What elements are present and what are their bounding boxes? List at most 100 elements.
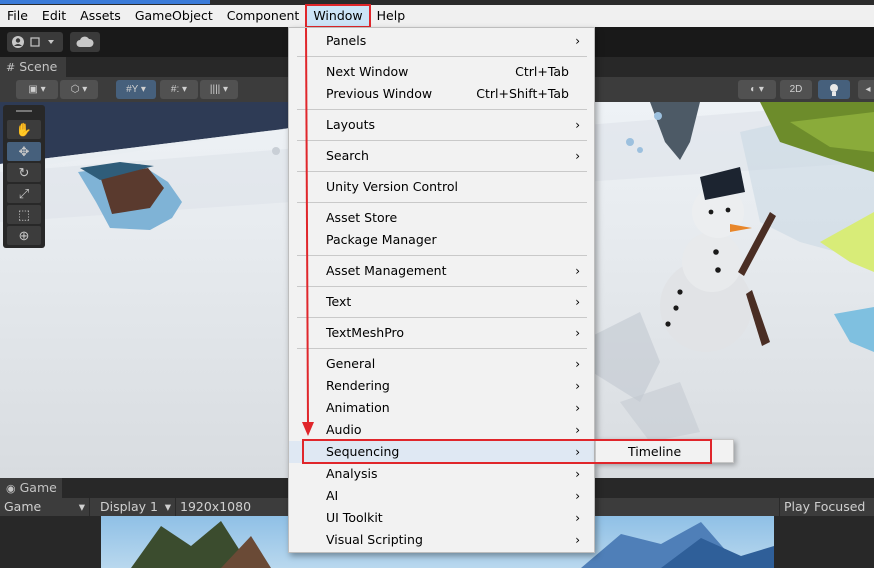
draw-mode-dropdown[interactable]: ▣ ▾	[16, 80, 58, 99]
menu-component[interactable]: Component	[220, 5, 307, 27]
chevron-right-icon: ›	[575, 401, 580, 415]
audio-toggle[interactable]: ◂	[858, 80, 874, 99]
display-select-value: Display 1	[100, 499, 159, 514]
chevron-right-icon: ›	[575, 264, 580, 278]
menu-assets[interactable]: Assets	[73, 5, 128, 27]
menu-item-label: UI Toolkit	[326, 510, 383, 525]
window-menu-next-window[interactable]: Next Window Ctrl+Tab	[289, 61, 594, 83]
scale-icon: ⤢	[18, 185, 30, 201]
window-menu-search[interactable]: Search ›	[289, 145, 594, 167]
transform-tool-button[interactable]: ⊕	[7, 226, 41, 245]
menu-item-label: General	[326, 356, 376, 371]
chevron-right-icon: ›	[575, 489, 580, 503]
view-tool-button[interactable]: ✋	[7, 120, 41, 139]
menu-item-label: Analysis	[326, 466, 378, 481]
window-menu-visual-scripting[interactable]: Visual Scripting ›	[289, 529, 594, 551]
window-menu-previous-window[interactable]: Previous Window Ctrl+Shift+Tab	[289, 83, 594, 105]
menu-separator	[297, 56, 587, 57]
game-view-select-value: Game	[4, 499, 42, 514]
window-menu-rendering[interactable]: Rendering ›	[289, 375, 594, 397]
window-menu-asset-management[interactable]: Asset Management ›	[289, 260, 594, 282]
tab-game[interactable]: ◉ Game	[0, 478, 62, 498]
chevron-right-icon: ›	[575, 379, 580, 393]
pivot-dropdown[interactable]: #Y ▾	[116, 80, 156, 99]
menu-gameobject[interactable]: GameObject	[128, 5, 220, 27]
window-menu-package-manager[interactable]: Package Manager	[289, 229, 594, 251]
chevron-down-icon: ▾	[78, 499, 85, 514]
menu-edit[interactable]: Edit	[35, 5, 73, 27]
menu-item-label: TextMeshPro	[326, 325, 405, 340]
rect-tool-button[interactable]: ⬚	[7, 205, 41, 224]
menu-separator	[297, 202, 587, 203]
chevron-right-icon: ›	[575, 533, 580, 547]
chevron-right-icon: ›	[575, 511, 580, 525]
scale-tool-button[interactable]: ⤢	[7, 184, 41, 203]
window-menu-layouts[interactable]: Layouts ›	[289, 114, 594, 136]
window-menu-general[interactable]: General ›	[289, 353, 594, 375]
chevron-down-icon: ▾	[164, 499, 171, 514]
chevron-right-icon: ›	[575, 423, 580, 437]
toggle-2d-button[interactable]: 2D	[780, 80, 812, 99]
game-view-select[interactable]: Game ▾	[0, 498, 90, 516]
menu-window[interactable]: Window	[305, 4, 371, 28]
tab-scene[interactable]: # Scene	[0, 57, 66, 77]
tool-palette: ✋ ✥ ↻ ⤢ ⬚ ⊕	[3, 105, 45, 248]
menu-item-label: Search	[326, 148, 369, 163]
menu-item-label: Layouts	[326, 117, 376, 132]
window-menu-ui-toolkit[interactable]: UI Toolkit ›	[289, 507, 594, 529]
window-menu-asset-store[interactable]: Asset Store	[289, 207, 594, 229]
menu-separator	[297, 348, 587, 349]
chevron-right-icon: ›	[575, 357, 580, 371]
chevron-right-icon: ›	[575, 149, 580, 163]
menu-item-label: Asset Management	[326, 263, 447, 278]
account-dropdown[interactable]	[7, 32, 63, 52]
increment-snap-dropdown[interactable]: |||| ▾	[200, 80, 238, 99]
gamepad-icon: ◉	[6, 482, 16, 495]
menu-item-label: Rendering	[326, 378, 390, 393]
chevron-right-icon: ›	[575, 467, 580, 481]
menu-file[interactable]: File	[0, 5, 35, 27]
title-bar-accent	[0, 0, 210, 4]
menu-item-label: Unity Version Control	[326, 179, 458, 194]
menu-item-shortcut: Ctrl+Tab	[515, 64, 569, 79]
grid-snap-dropdown[interactable]: #: ▾	[160, 80, 198, 99]
menu-item-label: Audio	[326, 422, 362, 437]
menu-item-label: Animation	[326, 400, 390, 415]
lighting-toggle[interactable]	[818, 80, 850, 99]
main-menu-bar: File Edit Assets GameObject Component Wi…	[0, 4, 874, 28]
shading-dropdown[interactable]: ⬡ ▾	[60, 80, 98, 99]
window-menu-panels[interactable]: Panels ›	[289, 30, 594, 52]
chevron-right-icon: ›	[575, 34, 580, 48]
window-menu-animation[interactable]: Animation ›	[289, 397, 594, 419]
annotation-highlight-box	[302, 439, 712, 464]
move-icon: ✥	[18, 143, 30, 159]
window-menu-audio[interactable]: Audio ›	[289, 419, 594, 441]
menu-separator	[297, 255, 587, 256]
play-mode-select[interactable]: Play Focused	[779, 498, 874, 516]
menu-separator	[297, 109, 587, 110]
cloud-icon	[76, 36, 94, 47]
window-menu: Panels › Next Window Ctrl+Tab Previous Win…	[288, 27, 595, 553]
menu-item-label: Next Window	[326, 64, 409, 79]
account-icon	[12, 36, 54, 48]
palette-grip[interactable]	[16, 110, 32, 112]
resolution-select[interactable]: 1920x1080	[176, 498, 256, 516]
menu-separator	[297, 171, 587, 172]
rotate-tool-button[interactable]: ↻	[7, 163, 41, 182]
window-menu-unity-version-control[interactable]: Unity Version Control	[289, 176, 594, 198]
menu-help[interactable]: Help	[370, 5, 413, 27]
lightbulb-icon	[830, 83, 838, 96]
menu-item-label: Asset Store	[326, 210, 398, 225]
display-select[interactable]: Display 1 ▾	[96, 498, 176, 516]
window-menu-ai[interactable]: AI ›	[289, 485, 594, 507]
menu-item-label: Visual Scripting	[326, 532, 423, 547]
menu-item-label: Package Manager	[326, 232, 437, 247]
move-tool-button[interactable]: ✥	[7, 142, 41, 161]
cloud-button[interactable]	[70, 32, 100, 52]
scene-visibility-dropdown[interactable]: ◐ ▾	[738, 80, 776, 99]
window-menu-text[interactable]: Text ›	[289, 291, 594, 313]
scene-tab-label: Scene	[19, 59, 58, 74]
window-menu-analysis[interactable]: Analysis ›	[289, 463, 594, 485]
rect-icon: ⬚	[17, 206, 31, 222]
window-menu-textmeshpro[interactable]: TextMeshPro ›	[289, 322, 594, 344]
